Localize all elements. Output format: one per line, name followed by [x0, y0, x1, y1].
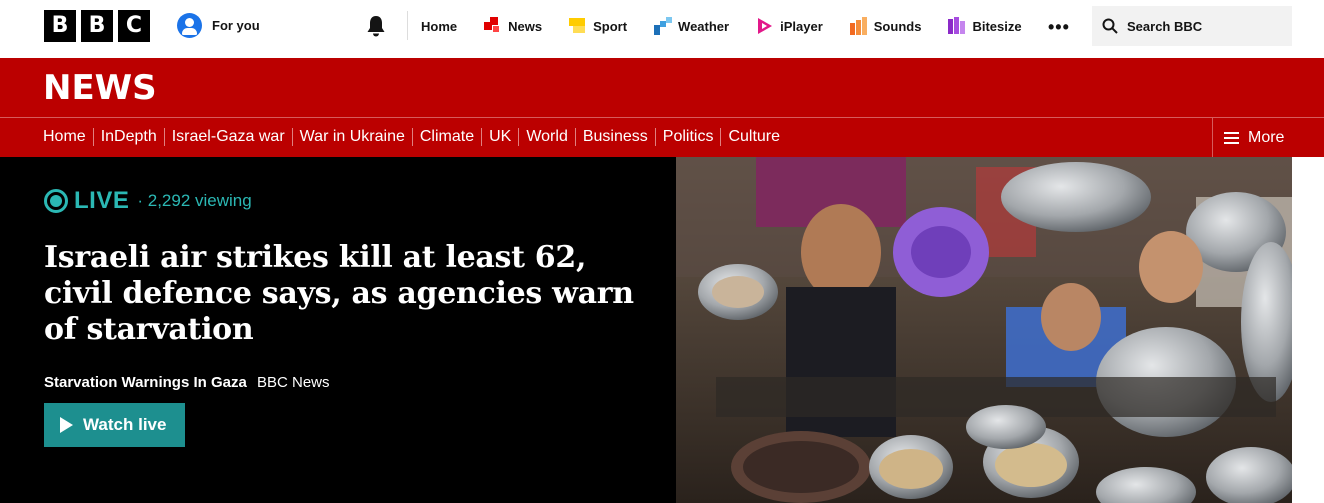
nav-bitesize[interactable]: Bitesize	[948, 17, 1022, 35]
page-gutter	[1292, 157, 1324, 503]
search-icon	[1102, 18, 1118, 34]
subnav-climate[interactable]: Climate	[411, 128, 481, 146]
topic-label[interactable]: Starvation Warnings In Gaza	[44, 374, 247, 391]
more-label: More	[1248, 128, 1285, 146]
search-input[interactable]: Search BBC	[1092, 6, 1292, 46]
logo-letter: C	[118, 10, 150, 42]
hamburger-icon	[1224, 131, 1239, 144]
hero-headline[interactable]: Israeli air strikes kill at least 62, ci…	[44, 240, 644, 348]
user-avatar-icon	[177, 13, 202, 38]
nav-news[interactable]: News	[484, 17, 542, 35]
subnav-uk[interactable]: UK	[481, 128, 518, 146]
nav-sounds[interactable]: Sounds	[849, 17, 922, 35]
nav-sport[interactable]: Sport	[569, 17, 627, 35]
source-label: BBC News	[257, 374, 330, 391]
watch-live-label: Watch live	[83, 415, 167, 434]
live-icon	[44, 189, 68, 213]
bitesize-icon	[948, 17, 966, 34]
subnav-home[interactable]: Home	[43, 128, 93, 146]
weather-icon	[654, 17, 673, 35]
nav-label: iPlayer	[780, 18, 823, 34]
global-nav: Home News Sport Weather iPlayer Sounds B…	[421, 0, 1049, 52]
section-nav: Home InDepth Israel-Gaza war War in Ukra…	[43, 118, 787, 156]
nav-label: Sport	[593, 18, 628, 34]
subnav-business[interactable]: Business	[574, 128, 655, 146]
logo-letter: B	[44, 10, 76, 42]
divider	[407, 11, 408, 40]
watch-live-button[interactable]: Watch live	[44, 403, 185, 447]
live-indicator: LIVE · 2,292 viewing	[44, 187, 252, 215]
subnav-israel-gaza-war[interactable]: Israel-Gaza war	[163, 128, 292, 146]
bbc-logo[interactable]: B B C	[44, 10, 150, 42]
nav-weather[interactable]: Weather	[654, 17, 729, 35]
section-title[interactable]: NEWS	[43, 68, 157, 108]
nav-label: Sounds	[873, 18, 922, 34]
nav-label: Weather	[678, 18, 730, 34]
subnav-politics[interactable]: Politics	[654, 128, 721, 146]
hero-meta: Starvation Warnings In Gaza BBC News	[44, 374, 330, 391]
more-menu-button[interactable]: More	[1212, 118, 1324, 157]
search-placeholder: Search BBC	[1127, 18, 1203, 34]
subnav-war-in-ukraine[interactable]: War in Ukraine	[291, 128, 412, 146]
nav-label: Bitesize	[972, 18, 1022, 34]
for-you-link[interactable]: For you	[177, 13, 260, 38]
nav-iplayer[interactable]: iPlayer	[756, 17, 823, 35]
iplayer-icon	[758, 18, 773, 34]
sounds-icon	[849, 17, 867, 35]
hero-image[interactable]	[676, 157, 1292, 503]
bell-icon[interactable]	[363, 13, 389, 39]
global-header: B B C For you Home News Sport Weather iP…	[0, 0, 1324, 58]
news-icon	[484, 17, 500, 32]
subnav-indepth[interactable]: InDepth	[92, 128, 164, 146]
nav-label: Home	[421, 18, 458, 34]
subnav-culture[interactable]: Culture	[720, 128, 787, 146]
nav-label: News	[508, 18, 543, 34]
subnav-world[interactable]: World	[518, 128, 575, 146]
nav-home[interactable]: Home	[421, 19, 457, 34]
logo-letter: B	[81, 10, 113, 42]
play-icon	[60, 417, 73, 433]
live-label: LIVE	[74, 187, 130, 214]
more-dots-icon[interactable]: •••	[1048, 17, 1070, 38]
for-you-label: For you	[212, 18, 260, 33]
sport-icon	[569, 18, 586, 33]
viewer-count: · 2,292 viewing	[137, 191, 252, 210]
